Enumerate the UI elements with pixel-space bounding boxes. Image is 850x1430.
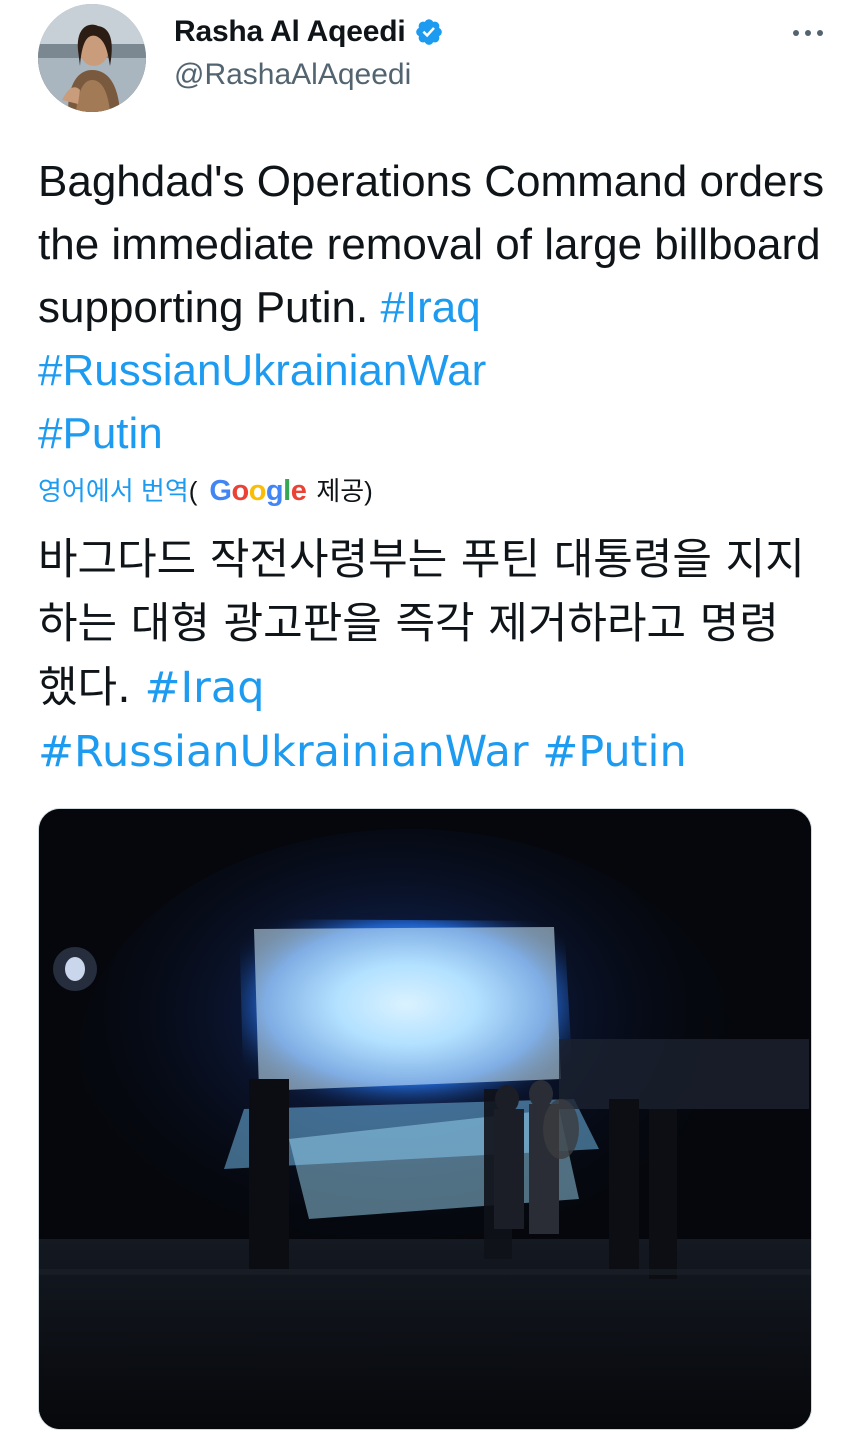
hashtag-link[interactable]: #Iraq (144, 663, 264, 713)
more-options-icon[interactable] (788, 18, 828, 48)
hashtag-link[interactable]: #RussianUkrainianWar (38, 727, 529, 777)
hashtag-link[interactable]: #Putin (38, 409, 163, 458)
hashtag-link[interactable]: #Iraq (380, 283, 480, 332)
tweet-video[interactable] (38, 808, 812, 1430)
translation-attribution: 영어에서 번역( Google 제공) (38, 472, 373, 510)
name-row: Rasha Al Aqeedi (174, 12, 444, 52)
tweet-header: Rasha Al Aqeedi @RashaAlAqeedi (38, 4, 828, 114)
avatar-image (38, 4, 146, 112)
avatar[interactable] (38, 4, 146, 112)
translated-text-part (529, 727, 543, 777)
google-logo: Google (209, 475, 307, 507)
video-frame (39, 809, 811, 1429)
hashtag-link[interactable]: #Putin (542, 727, 687, 777)
verified-badge-icon (414, 17, 444, 47)
translated-tweet-text: 바그다드 작전사령부는 푸틴 대통령을 지지하는 대형 광고판을 즉각 제거하라… (38, 528, 818, 784)
hashtag-link[interactable]: #RussianUkrainianWar (38, 346, 486, 395)
provided-label: 제공) (316, 476, 373, 506)
translated-from-link[interactable]: 영어에서 번역 (38, 472, 189, 510)
author-display-name[interactable]: Rasha Al Aqeedi (174, 15, 406, 49)
open-paren: ( (188, 476, 198, 506)
author-handle[interactable]: @RashaAlAqeedi (174, 58, 411, 92)
tweet-text: Baghdad's Operations Command orders the … (38, 150, 828, 465)
